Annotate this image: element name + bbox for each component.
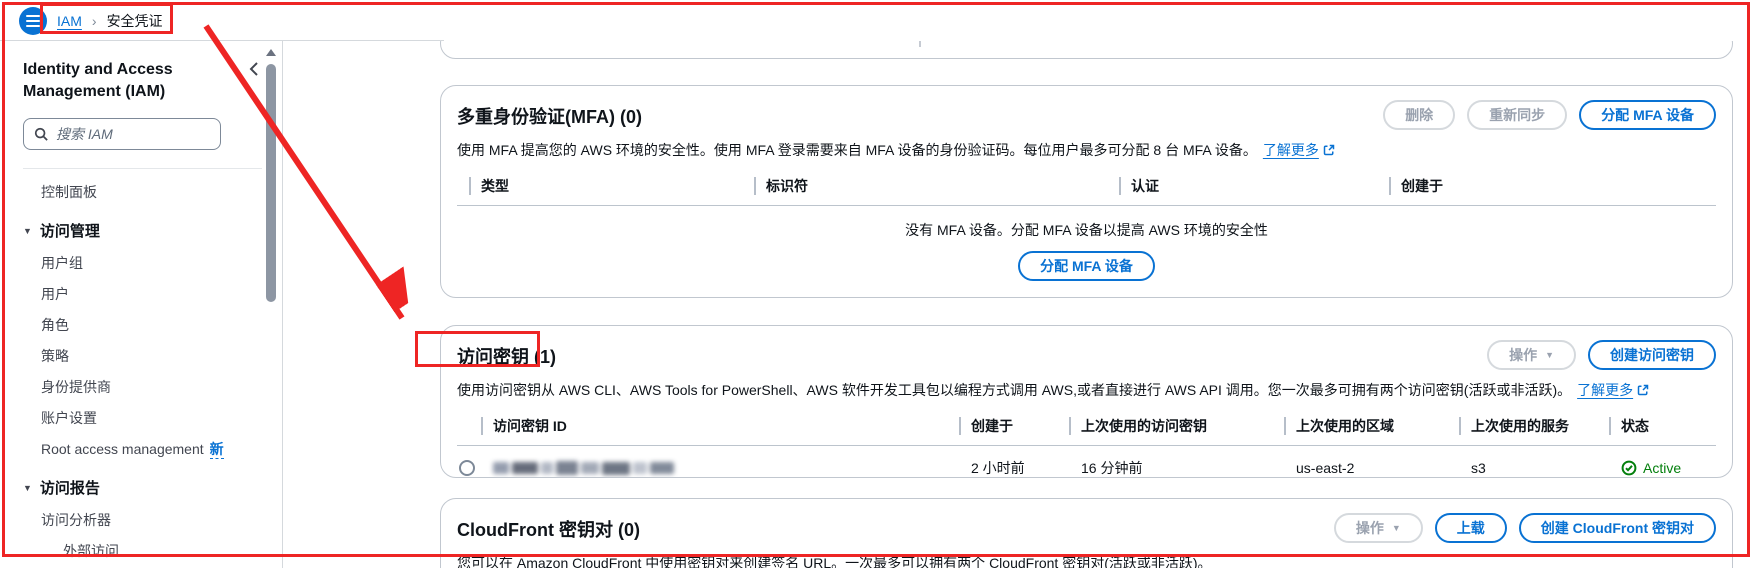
access-key-last-used: 16 分钟前: [1069, 458, 1284, 478]
sidebar-item-user-groups[interactable]: 用户组: [23, 254, 262, 272]
breadcrumb-link-iam[interactable]: IAM: [57, 13, 82, 29]
sidebar-section-label: 访问管理: [40, 220, 100, 241]
ak-col-region: 上次使用的区域: [1296, 416, 1394, 436]
access-keys-section-title: 访问密钥 (1): [457, 340, 556, 369]
cloudfront-description: 您可以在 Amazon CloudFront 中使用密钥对来创建签名 URL。一…: [457, 553, 1716, 568]
sidebar-collapse-button[interactable]: [246, 59, 262, 82]
mfa-resync-button[interactable]: 重新同步: [1467, 100, 1567, 130]
external-link-icon: [1637, 384, 1649, 396]
mfa-table-header: 类型 标识符 认证 创建于: [457, 176, 1716, 196]
main-content: 多重身份验证(MFA) (0) 删除 重新同步 分配 MFA 设备 使用 MFA…: [284, 41, 1758, 568]
mfa-delete-button[interactable]: 删除: [1383, 100, 1455, 130]
scrollbar-thumb[interactable]: [266, 64, 276, 302]
card-partial-top: [440, 41, 1733, 59]
access-keys-learn-more-link[interactable]: 了解更多: [1577, 380, 1649, 400]
sidebar-item-root-access-management[interactable]: Root access management 新: [23, 440, 262, 458]
sidebar-divider: [23, 168, 262, 169]
caret-down-icon: ▼: [1392, 523, 1401, 533]
create-cloudfront-keypair-button[interactable]: 创建 CloudFront 密钥对: [1519, 513, 1716, 543]
access-keys-description: 使用访问密钥从 AWS CLI、AWS Tools for PowerShell…: [457, 382, 1571, 398]
sidebar-nav: 控制面板 ▼ 访问管理 用户组 用户 角色 策略 身份提供商 账户设置 Root…: [23, 183, 262, 560]
access-key-status-badge: Active: [1609, 460, 1716, 476]
actions-label: 操作: [1356, 518, 1384, 538]
sidebar-section-access-reports[interactable]: ▼ 访问报告: [23, 477, 262, 498]
sidebar-item-roles[interactable]: 角色: [23, 316, 262, 334]
mfa-col-created: 创建于: [1401, 176, 1443, 196]
actions-label: 操作: [1509, 345, 1537, 365]
access-key-radio[interactable]: [459, 460, 475, 476]
mfa-col-type: 类型: [481, 176, 509, 196]
search-icon: [34, 127, 48, 141]
access-key-service: s3: [1459, 460, 1609, 476]
scroll-up-arrow-icon[interactable]: [266, 49, 276, 56]
hamburger-menu-button[interactable]: [19, 7, 47, 35]
upload-button[interactable]: 上载: [1435, 513, 1507, 543]
sidebar-item-dashboard[interactable]: 控制面板: [23, 183, 262, 201]
chevron-left-icon: [248, 61, 260, 77]
external-link-icon: [1323, 144, 1335, 156]
access-keys-table-header: 访问密钥 ID 创建于 上次使用的访问密钥 上次使用的区域 上次使用的服务 状态: [457, 416, 1716, 436]
sidebar-item-external-access[interactable]: 外部访问: [23, 542, 262, 560]
caret-down-icon: ▼: [23, 226, 32, 236]
breadcrumb-separator-icon: ›: [92, 13, 97, 29]
topbar-divider: [0, 40, 444, 41]
ak-col-status: 状态: [1621, 416, 1649, 436]
access-key-id-redacted: [493, 461, 959, 475]
caret-down-icon: ▼: [1545, 350, 1554, 360]
mfa-section-title: 多重身份验证(MFA) (0): [457, 100, 642, 129]
sidebar-item-identity-providers[interactable]: 身份提供商: [23, 378, 262, 396]
top-navigation-bar: IAM › 安全凭证: [0, 0, 1758, 41]
partial-card-column-divider: [919, 41, 921, 47]
mfa-description: 使用 MFA 提高您的 AWS 环境的安全性。使用 MFA 登录需要来自 MFA…: [457, 142, 1257, 158]
ak-col-last-used: 上次使用的访问密钥: [1081, 416, 1207, 436]
sidebar-item-access-analyzer[interactable]: 访问分析器: [23, 511, 262, 529]
sidebar: Identity and Access Management (IAM) 控制面…: [3, 41, 283, 568]
learn-more-label: 了解更多: [1263, 140, 1319, 160]
mfa-assign-button[interactable]: 分配 MFA 设备: [1579, 100, 1716, 130]
sidebar-scrollbar[interactable]: [265, 43, 277, 566]
new-badge: 新: [210, 441, 224, 459]
ak-col-service: 上次使用的服务: [1471, 416, 1569, 436]
sidebar-section-access-management[interactable]: ▼ 访问管理: [23, 220, 262, 241]
sidebar-item-label: Root access management: [41, 441, 204, 457]
ak-col-id: 访问密钥 ID: [493, 416, 567, 436]
mfa-header-divider: [457, 205, 1716, 206]
learn-more-label: 了解更多: [1577, 380, 1633, 400]
cloudfront-section-card: CloudFront 密钥对 (0) 操作 ▼ 上载 创建 CloudFront…: [440, 498, 1733, 568]
mfa-learn-more-link[interactable]: 了解更多: [1263, 140, 1335, 160]
sidebar-item-users[interactable]: 用户: [23, 285, 262, 303]
search-input[interactable]: [56, 126, 186, 142]
sidebar-section-label: 访问报告: [40, 477, 100, 498]
check-circle-icon: [1621, 460, 1637, 476]
assign-mfa-device-button[interactable]: 分配 MFA 设备: [1018, 251, 1155, 281]
cloudfront-actions-button[interactable]: 操作 ▼: [1334, 513, 1423, 543]
iam-search-box[interactable]: [23, 118, 221, 150]
ak-col-created: 创建于: [971, 416, 1013, 436]
sidebar-item-policies[interactable]: 策略: [23, 347, 262, 365]
aws-iam-security-credentials-page: IAM › 安全凭证 Identity and Access Managemen…: [0, 0, 1758, 568]
breadcrumb-current: 安全凭证: [107, 11, 163, 31]
access-key-region: us-east-2: [1284, 460, 1459, 476]
sidebar-item-account-settings[interactable]: 账户设置: [23, 409, 262, 427]
create-access-key-button[interactable]: 创建访问密钥: [1588, 340, 1716, 370]
access-keys-actions-button[interactable]: 操作 ▼: [1487, 340, 1576, 370]
breadcrumb: IAM › 安全凭证: [57, 11, 163, 31]
mfa-section-card: 多重身份验证(MFA) (0) 删除 重新同步 分配 MFA 设备 使用 MFA…: [440, 85, 1733, 298]
access-key-table-row: 2 小时前 16 分钟前 us-east-2 s3 Active: [457, 446, 1716, 478]
mfa-col-authentication: 认证: [1131, 176, 1159, 196]
status-label: Active: [1643, 460, 1681, 476]
mfa-empty-text: 没有 MFA 设备。分配 MFA 设备以提高 AWS 环境的安全性: [457, 220, 1716, 240]
access-keys-section-card: 访问密钥 (1) 操作 ▼ 创建访问密钥 使用访问密钥从 AWS CLI、AWS…: [440, 325, 1733, 478]
cloudfront-section-title: CloudFront 密钥对 (0): [457, 513, 640, 542]
mfa-empty-state: 没有 MFA 设备。分配 MFA 设备以提高 AWS 环境的安全性 分配 MFA…: [457, 220, 1716, 281]
access-key-created: 2 小时前: [959, 458, 1069, 478]
mfa-col-identifier: 标识符: [766, 176, 808, 196]
caret-down-icon: ▼: [23, 483, 32, 493]
sidebar-title: Identity and Access Management (IAM): [23, 59, 213, 102]
